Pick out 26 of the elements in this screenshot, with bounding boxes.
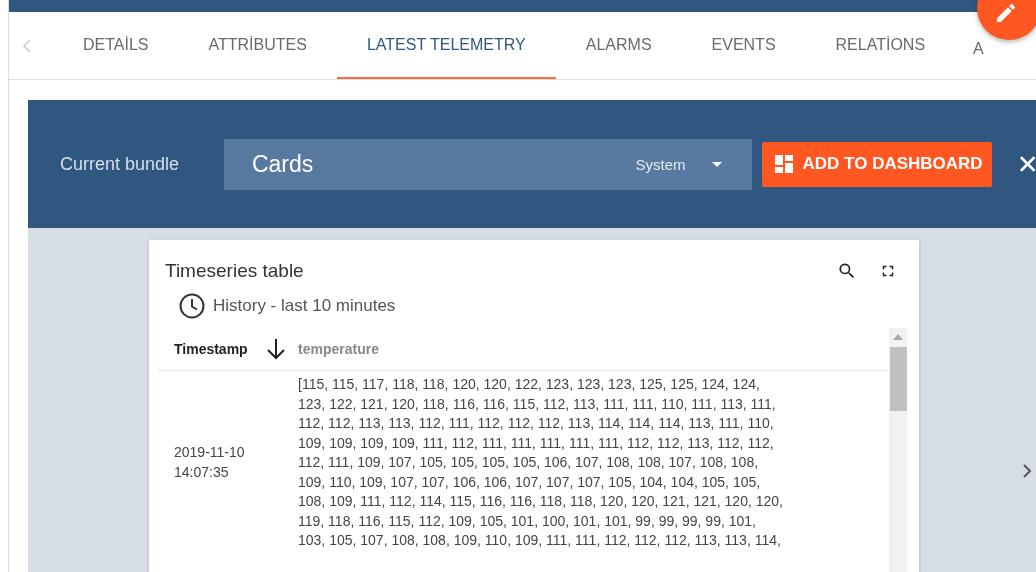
pencil-icon <box>994 1 1018 25</box>
tab[interactable]: DETAİLS <box>53 12 179 79</box>
table-cell-text: 2019-11-10 14:07:35 <box>173 443 246 482</box>
tab[interactable]: ALARMS <box>555 12 682 79</box>
search-icon[interactable] <box>837 261 857 281</box>
widget-title: Timeseries table <box>165 260 305 282</box>
column-header[interactable]: temperature <box>298 341 379 357</box>
add-to-dashboard-button[interactable]: ADD TO DASHBOARD <box>761 141 992 187</box>
tab[interactable]: LATEST TELEMETRY <box>336 12 556 79</box>
bundle-name: Cards <box>251 150 315 178</box>
caret-icon <box>711 161 722 167</box>
bundle-scope: System <box>635 155 686 173</box>
chevron-right-icon[interactable] <box>1022 463 1032 479</box>
tab[interactable]: ATTRİBUTES <box>178 12 337 79</box>
tab[interactable]: EVENTS <box>681 12 806 79</box>
tab[interactable]: A <box>955 37 984 60</box>
tab[interactable]: RELATİONS <box>805 12 956 79</box>
scrollbar-thumb[interactable] <box>889 347 907 411</box>
bundle-label: Current bundle <box>60 153 181 175</box>
close-icon[interactable] <box>1018 155 1036 173</box>
timewindow-label[interactable]: History - last 10 minutes <box>213 296 396 316</box>
column-header[interactable]: Timestamp <box>174 341 248 357</box>
clock-icon <box>178 292 206 320</box>
table-cell-text: [115, 115, 117, 118, 118, 120, 120, 122, 123, 123, 123, 125, 125, 124, 124, 123, 122, 121, 120, 118, 116, 116, 115, 112, 113, 111, 111, 110, 111, 113, 111, 112, 112, 113, 113, 112, 111, 112, 112, 112, 113, 114, 114, 114, 113, 111, 110, 109, 109, 109, 109, 111, 112, 111, 111, 111, 111, 111, 112, 112, 113, 112, 112, 112, 111, 109, 107, 105, 105, 105, 105, 106, 107, 108, 108, 107, 108, 108, 109, 110, 109, 107, 107, 106, 106, 107, 107, 107, 105, 104, 104, 105, 105, 108, 109, 111, 112, 114, 115, 116, 116, 118, 118, 120, 120, 121, 121, 120, 120, 119, 118, 116, 115, 112, 109, 105, 101, 100, 101, 101, 99, 99, 99, 99, 101, 103, 105, 107, 108, 108, 109, 110, 109, 111, 111, 112, 112, 112, 113, 113, 114, <box>298 375 783 550</box>
bundle-select[interactable]: Cards System <box>223 138 752 190</box>
sort-down-arrow-icon <box>265 338 286 360</box>
